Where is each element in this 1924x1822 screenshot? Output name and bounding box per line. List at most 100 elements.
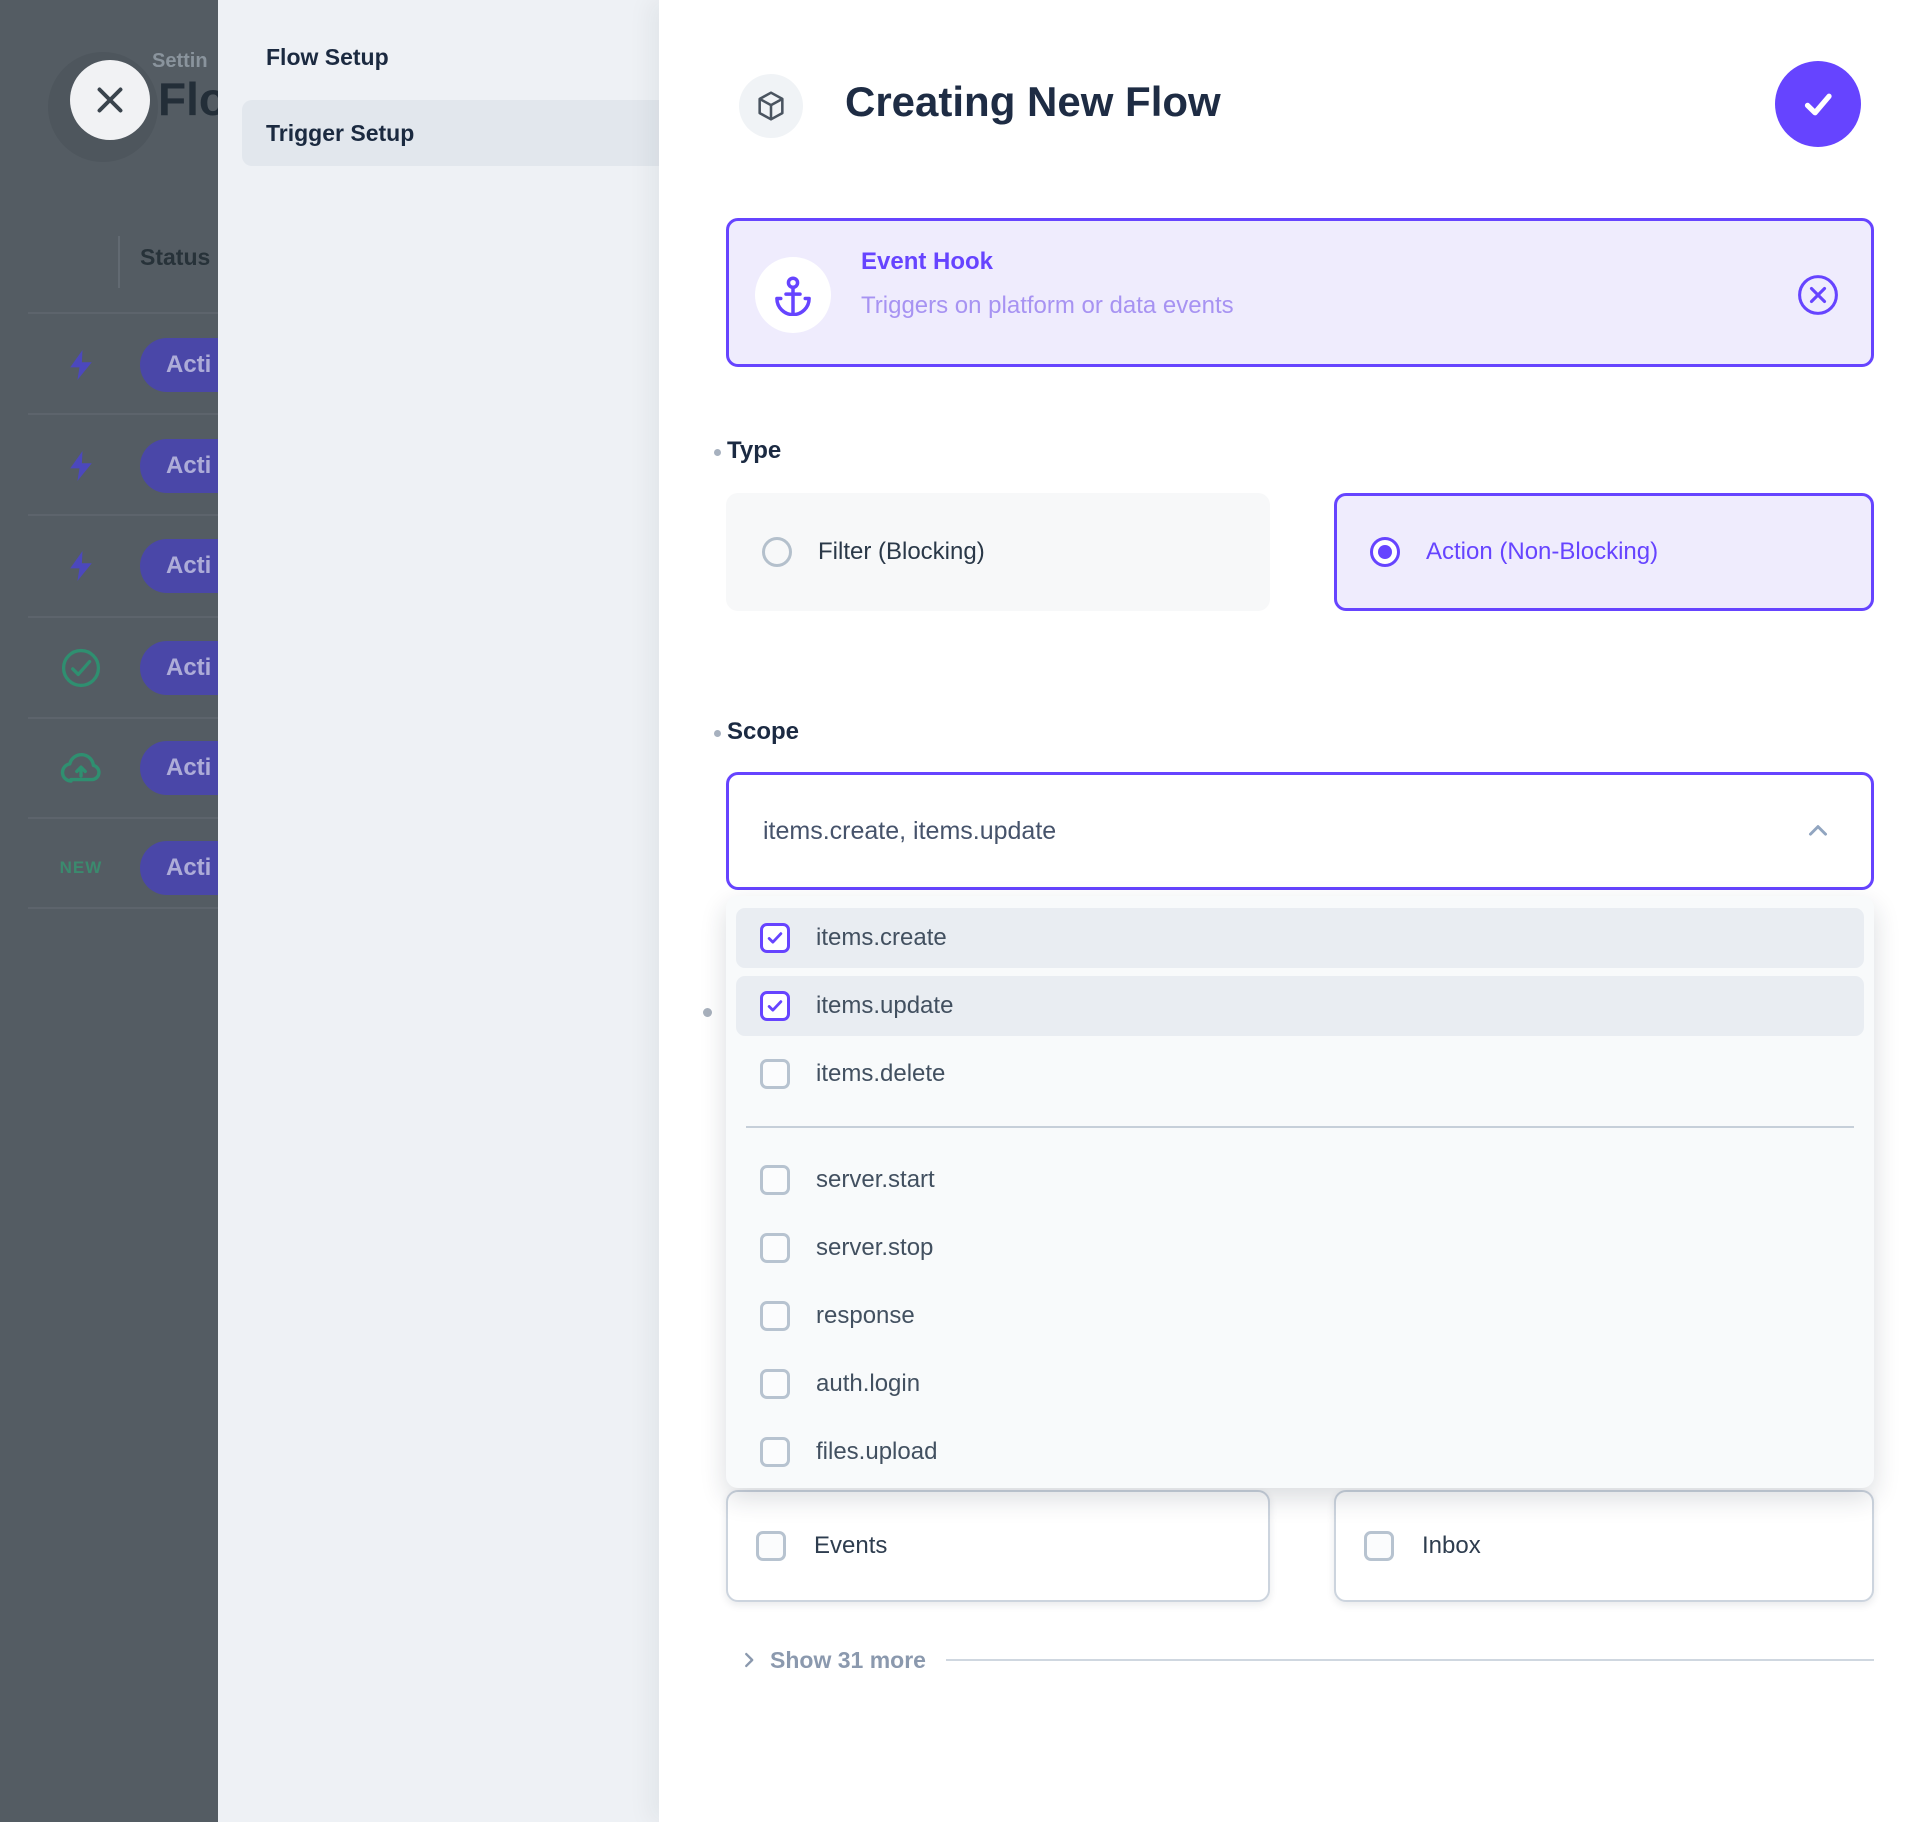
scope-option-label: items.update — [816, 992, 953, 1020]
collection-option-inbox[interactable]: Inbox — [1334, 1490, 1874, 1602]
trigger-card-subtitle: Triggers on platform or data events — [861, 292, 1234, 320]
checkbox-unchecked[interactable] — [760, 1165, 790, 1195]
dimmed-background: Settin Flo Status Acti Acti Acti — [0, 0, 218, 1822]
bolt-icon — [57, 341, 105, 389]
table-row: Acti — [0, 741, 218, 795]
drawer-nav-panel: Flow Setup Trigger Setup — [218, 0, 659, 1822]
scope-option-label: items.create — [816, 924, 947, 952]
type-option-label: Action (Non-Blocking) — [1426, 538, 1658, 566]
chevron-up-icon[interactable] — [1803, 816, 1833, 846]
scope-option-auth-login[interactable]: auth.login — [736, 1354, 1864, 1414]
anchor-icon — [772, 274, 814, 316]
collection-option-events[interactable]: Events — [726, 1490, 1270, 1602]
scope-value: items.create, items.update — [763, 817, 1056, 846]
scope-option-items-create[interactable]: items.create — [736, 908, 1864, 968]
scope-option-files-upload[interactable]: files.upload — [736, 1422, 1864, 1482]
table-row: NEW Acti — [0, 841, 218, 895]
row-separator — [28, 616, 218, 618]
show-more-rule — [946, 1659, 1874, 1661]
check-circle-icon — [57, 644, 105, 692]
scope-option-label: files.upload — [816, 1438, 937, 1466]
status-badge: Acti — [140, 338, 218, 392]
save-button[interactable] — [1775, 61, 1861, 147]
checkbox-unchecked[interactable] — [760, 1233, 790, 1263]
scope-field-label: Scope — [727, 718, 799, 746]
collection-option-label: Events — [814, 1532, 887, 1560]
table-row: Acti — [0, 338, 218, 392]
required-dot — [714, 730, 721, 737]
checkbox-unchecked[interactable] — [756, 1531, 786, 1561]
scope-option-items-update[interactable]: items.update — [736, 976, 1864, 1036]
nav-item-flow-setup[interactable]: Flow Setup — [266, 44, 389, 71]
chevron-right-icon — [738, 1649, 760, 1671]
scope-dropdown-menu: items.create items.update items.delete s… — [726, 896, 1874, 1488]
nav-item-label: Trigger Setup — [266, 100, 414, 166]
scope-option-label: auth.login — [816, 1370, 920, 1398]
new-badge: NEW — [57, 844, 105, 892]
flow-drawer-screen: Settin Flo Status Acti Acti Acti — [0, 0, 1924, 1822]
scope-option-label: response — [816, 1302, 915, 1330]
table-row: Acti — [0, 539, 218, 593]
box-icon — [754, 89, 788, 123]
status-badge: Acti — [140, 841, 218, 895]
radio-checked[interactable] — [1370, 537, 1400, 567]
type-field-label: Type — [727, 437, 781, 465]
table-row: Acti — [0, 439, 218, 493]
scope-option-server-stop[interactable]: server.stop — [736, 1218, 1864, 1278]
drawer-header-icon-circle — [739, 74, 803, 138]
scope-option-items-delete[interactable]: items.delete — [736, 1044, 1864, 1104]
close-icon — [92, 82, 128, 118]
dropdown-divider — [746, 1126, 1854, 1128]
scope-option-label: server.start — [816, 1166, 935, 1194]
checkbox-unchecked[interactable] — [760, 1437, 790, 1467]
status-badge: Acti — [140, 741, 218, 795]
drawer-content: Creating New Flow Event Hook Triggers on… — [659, 0, 1924, 1822]
table-divider — [118, 236, 120, 288]
checkbox-checked[interactable] — [760, 991, 790, 1021]
checkbox-unchecked[interactable] — [1364, 1531, 1394, 1561]
anchor-icon-circle — [755, 257, 831, 333]
type-option-action[interactable]: Action (Non-Blocking) — [1334, 493, 1874, 611]
scope-option-label: server.stop — [816, 1234, 933, 1262]
scope-multiselect-input[interactable]: items.create, items.update — [726, 772, 1874, 890]
required-dot — [714, 449, 721, 456]
hidden-field-required-dot — [703, 1008, 712, 1017]
trigger-type-card[interactable]: Event Hook Triggers on platform or data … — [726, 218, 1874, 367]
nav-item-trigger-setup[interactable]: Trigger Setup — [242, 100, 659, 166]
checkbox-unchecked[interactable] — [760, 1301, 790, 1331]
check-icon — [1797, 83, 1839, 125]
close-drawer-button[interactable] — [70, 60, 150, 140]
breadcrumb: Settin — [152, 50, 208, 73]
row-separator — [28, 312, 218, 314]
status-column-header: Status — [140, 244, 210, 271]
scope-option-response[interactable]: response — [736, 1286, 1864, 1346]
row-separator — [28, 413, 218, 415]
cloud-upload-icon — [57, 744, 105, 792]
drawer-title: Creating New Flow — [845, 78, 1221, 126]
row-separator — [28, 907, 218, 909]
checkbox-unchecked[interactable] — [760, 1059, 790, 1089]
table-row: Acti — [0, 641, 218, 695]
status-badge: Acti — [140, 439, 218, 493]
checkbox-unchecked[interactable] — [760, 1369, 790, 1399]
show-more-label: Show 31 more — [770, 1647, 926, 1674]
radio-unchecked[interactable] — [762, 537, 792, 567]
type-option-filter[interactable]: Filter (Blocking) — [726, 493, 1270, 611]
status-badge: Acti — [140, 539, 218, 593]
bolt-icon — [57, 542, 105, 590]
x-circle-icon — [1795, 272, 1841, 318]
collection-option-label: Inbox — [1422, 1532, 1481, 1560]
row-separator — [28, 514, 218, 516]
scope-option-server-start[interactable]: server.start — [736, 1150, 1864, 1210]
background-page-title: Flo — [158, 72, 218, 126]
remove-trigger-button[interactable] — [1795, 272, 1841, 318]
trigger-card-title: Event Hook — [861, 248, 993, 276]
scope-option-label: items.delete — [816, 1060, 945, 1088]
show-more-button[interactable]: Show 31 more — [726, 1642, 1874, 1678]
row-separator — [28, 717, 218, 719]
bolt-icon — [57, 442, 105, 490]
checkbox-checked[interactable] — [760, 923, 790, 953]
row-separator — [28, 817, 218, 819]
status-badge: Acti — [140, 641, 218, 695]
type-option-label: Filter (Blocking) — [818, 538, 985, 566]
